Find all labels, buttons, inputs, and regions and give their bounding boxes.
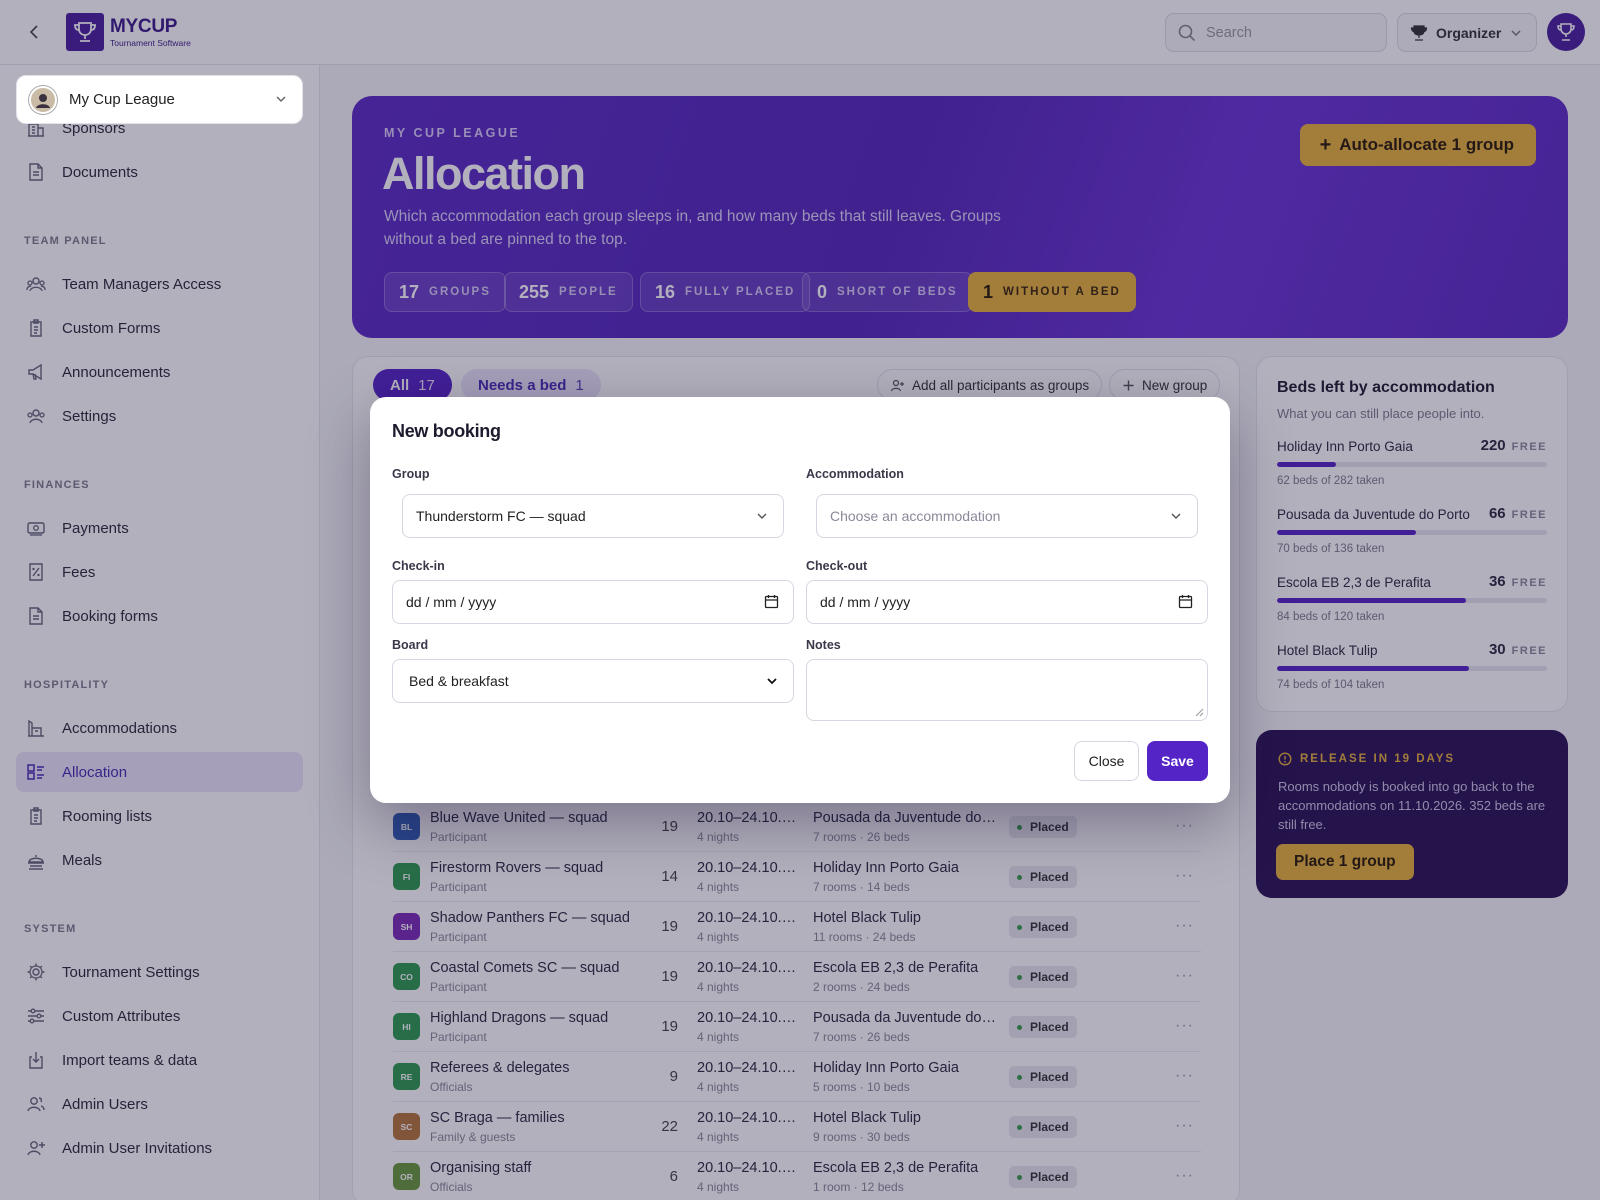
new-booking-dialog: New booking Group Thunderstorm FC — squa… <box>370 397 1230 803</box>
accommodation-label: Accommodation <box>806 467 904 481</box>
board-select[interactable]: Bed & breakfast <box>392 659 794 703</box>
accommodation-placeholder: Choose an accommodation <box>830 508 1001 524</box>
group-label: Group <box>392 467 430 481</box>
league-name: My Cup League <box>69 91 175 108</box>
checkout-label: Check-out <box>806 559 868 573</box>
save-button[interactable]: Save <box>1147 741 1208 781</box>
chevron-down-icon <box>767 678 777 685</box>
close-button[interactable]: Close <box>1074 741 1139 781</box>
league-selector[interactable]: My Cup League <box>16 75 303 124</box>
calendar-icon <box>764 595 779 609</box>
dialog-title: New booking <box>392 421 501 441</box>
group-select[interactable]: Thunderstorm FC — squad <box>402 494 784 538</box>
notes-label: Notes <box>806 638 841 652</box>
checkin-date-input[interactable]: dd / mm / yyyy <box>392 580 794 624</box>
group-value: Thunderstorm FC — squad <box>416 508 586 524</box>
checkin-label: Check-in <box>392 559 445 573</box>
board-value: Bed & breakfast <box>409 673 509 689</box>
notes-textarea[interactable] <box>806 659 1208 721</box>
board-label: Board <box>392 638 429 652</box>
chevron-down-icon <box>757 513 767 519</box>
calendar-icon <box>1178 595 1193 609</box>
league-avatar <box>29 85 57 114</box>
chevron-down-icon <box>1171 513 1181 519</box>
checkout-placeholder: dd / mm / yyyy <box>820 594 911 610</box>
checkin-placeholder: dd / mm / yyyy <box>406 594 497 610</box>
accommodation-select[interactable]: Choose an accommodation <box>816 494 1198 538</box>
checkout-date-input[interactable]: dd / mm / yyyy <box>806 580 1208 624</box>
chevron-down-icon <box>276 96 286 103</box>
resize-handle-icon <box>1195 708 1204 717</box>
